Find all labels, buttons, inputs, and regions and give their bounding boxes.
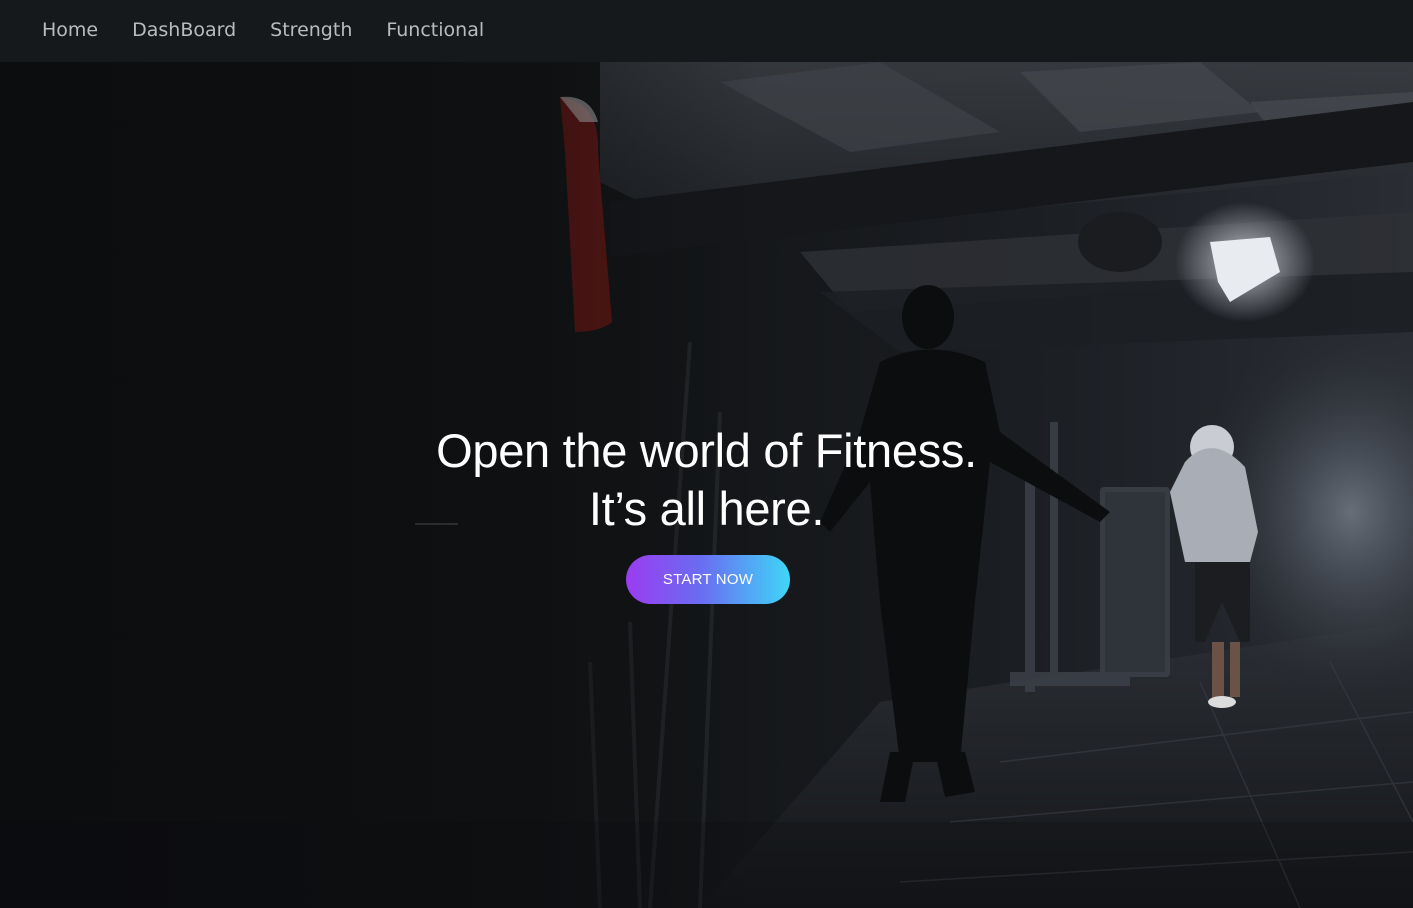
nav-item-home[interactable]: Home xyxy=(25,17,115,43)
nav-item-functional[interactable]: Functional xyxy=(369,17,501,43)
start-now-button[interactable]: START NOW xyxy=(626,555,790,604)
hero-title-line1: Open the world of Fitness. xyxy=(436,424,977,477)
landing-page: Home DashBoard Strength Functional Open … xyxy=(0,0,1413,908)
hero-copy: Open the world of Fitness. It’s all here… xyxy=(0,422,1413,538)
nav-item-dashboard[interactable]: DashBoard xyxy=(115,17,253,43)
top-navbar: Home DashBoard Strength Functional xyxy=(0,0,1413,62)
nav-menu: Home DashBoard Strength Functional xyxy=(25,17,501,43)
nav-item-strength[interactable]: Strength xyxy=(253,17,369,43)
hero-title-line2: It’s all here. xyxy=(588,482,825,535)
hero-title: Open the world of Fitness. It’s all here… xyxy=(0,422,1413,538)
